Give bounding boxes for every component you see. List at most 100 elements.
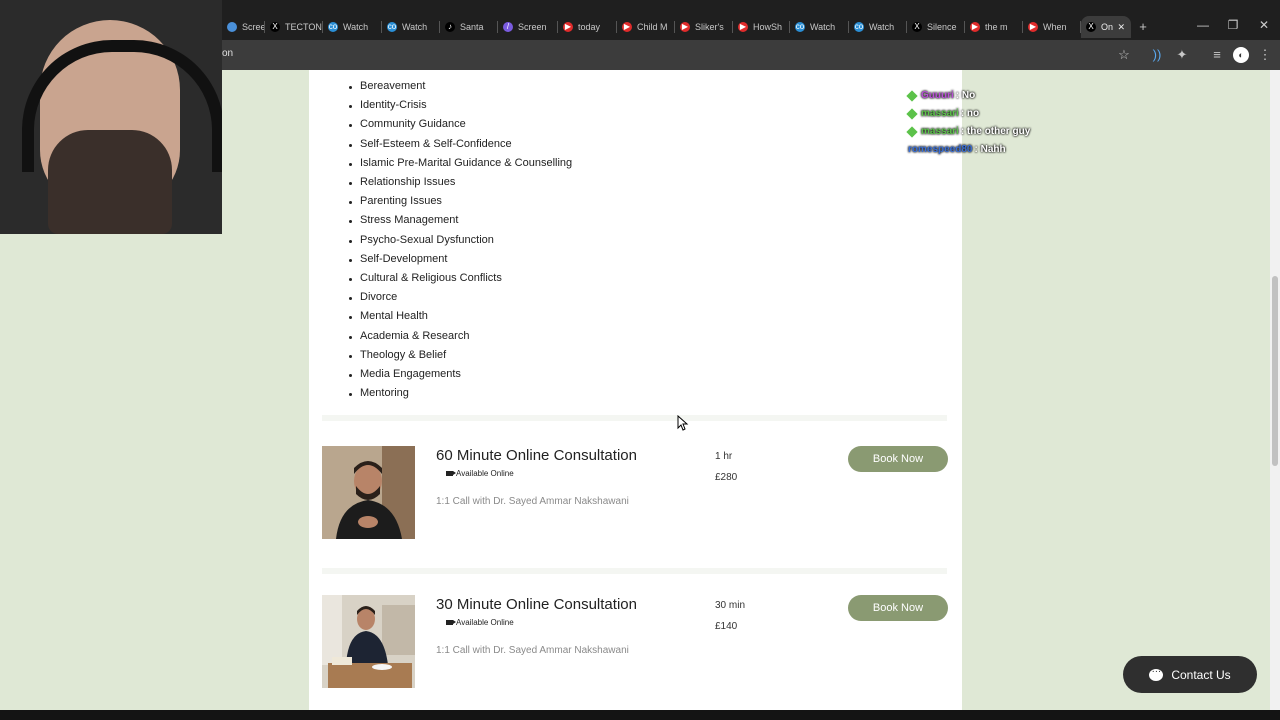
- chat-text: : the other guy: [960, 126, 1031, 137]
- webcam-overlay: [0, 0, 222, 234]
- chat-username: massari: [921, 126, 959, 137]
- media-queue-icon[interactable]: ≡: [1209, 47, 1225, 63]
- chat-bubble-icon: [1149, 664, 1164, 681]
- browser-tab[interactable]: ▶ today: [558, 18, 617, 36]
- tab-favicon-icon: ▶: [563, 22, 573, 32]
- chat-text: : No: [955, 90, 976, 101]
- restore-icon[interactable]: ❐: [1223, 18, 1243, 32]
- tab-label: TECTON: [285, 22, 322, 32]
- tab-favicon-icon: X: [1086, 22, 1096, 32]
- service-list-item: Stress Management: [348, 214, 459, 227]
- chat-username: romespeed80: [908, 144, 973, 155]
- availability-text: Available Online: [456, 469, 514, 478]
- tab-favicon-icon: X: [912, 22, 922, 32]
- tab-favicon-icon: ▶: [970, 22, 980, 32]
- service-list-item: Psycho-Sexual Dysfunction: [349, 233, 494, 246]
- browser-tab[interactable]: ▶ HowSh: [733, 18, 790, 36]
- browser-tab[interactable]: X On ✕: [1081, 16, 1131, 38]
- tab-label: Watch: [869, 22, 895, 32]
- tab-label: When: [1043, 22, 1067, 32]
- service-list-item: Mental Health: [349, 310, 428, 323]
- extension-audio-icon[interactable]: )): [1149, 47, 1165, 63]
- tab-favicon-icon: co: [387, 22, 397, 32]
- browser-tab[interactable]: ▶ the m: [965, 18, 1023, 36]
- browser-tab[interactable]: ▶ Child M: [617, 18, 675, 36]
- tab-label: Screen: [242, 22, 265, 32]
- tab-label: Santa: [460, 22, 484, 32]
- new-tab-icon[interactable]: +: [1135, 19, 1151, 35]
- contact-us-label: Contact Us: [1171, 667, 1231, 682]
- mouse-cursor-icon: [677, 415, 689, 431]
- tab-favicon-icon: ▶: [1028, 22, 1038, 32]
- browser-tab[interactable]: Screen: [222, 18, 265, 36]
- tab-favicon-icon: ▶: [622, 22, 632, 32]
- service-list-item: Parenting Issues: [349, 195, 442, 208]
- tab-label: Watch: [810, 22, 836, 32]
- chat-username: massari: [921, 108, 959, 119]
- service-list-item: Academia & Research: [348, 329, 470, 342]
- chat-badge-icon: [906, 89, 918, 102]
- browser-tab[interactable]: co Watch: [790, 18, 849, 36]
- tab-favicon-icon: [227, 22, 237, 32]
- page-scrollbar[interactable]: [1270, 70, 1280, 710]
- browser-tab[interactable]: X TECTON: [265, 18, 323, 36]
- contact-us-button[interactable]: Contact Us: [1123, 656, 1257, 693]
- book-now-button[interactable]: Book Now: [848, 595, 948, 621]
- bookmark-star-icon[interactable]: ☆: [1116, 47, 1132, 63]
- service-price: £280: [715, 472, 738, 483]
- service-list-item: Divorce: [348, 291, 398, 304]
- browser-tab[interactable]: ▶ Sliker's: [675, 18, 733, 36]
- chat-username: Guuuri: [921, 90, 954, 101]
- video-camera-icon: [446, 471, 456, 476]
- tab-favicon-icon: ♪: [445, 22, 455, 32]
- tab-label: Silence: [927, 22, 957, 32]
- extensions-puzzle-icon[interactable]: ✦: [1174, 47, 1190, 63]
- browser-tab[interactable]: co Watch: [323, 18, 382, 36]
- availability-label: Available Online: [446, 469, 514, 478]
- section-divider: [322, 415, 947, 421]
- consultant-photo: [322, 446, 415, 539]
- browser-menu-icon[interactable]: ⋮: [1257, 47, 1273, 63]
- browser-tab[interactable]: ♪ Santa: [440, 18, 498, 36]
- profile-avatar-icon[interactable]: ◐: [1233, 47, 1249, 63]
- page-content: Bereavement Identity-Crisis Community Guid…: [309, 70, 962, 710]
- service-list-item: Bereavement: [348, 80, 426, 92]
- close-window-icon[interactable]: ✕: [1254, 18, 1274, 32]
- tab-label: HowSh: [753, 22, 783, 32]
- service-list-item: Media Engagements: [349, 368, 461, 380]
- tab-favicon-icon: co: [854, 22, 864, 32]
- tab-favicon-icon: ▶: [738, 22, 748, 32]
- service-list-item: Identity-Crisis: [349, 99, 427, 112]
- service-title[interactable]: 30 Minute Online Consultation: [436, 596, 637, 613]
- service-list-item: Community Guidance: [349, 118, 466, 131]
- service-list-item: Theology & Belief: [348, 348, 447, 361]
- chat-text: : no: [960, 108, 980, 119]
- tab-label: the m: [985, 22, 1008, 32]
- browser-tab[interactable]: ▶ When: [1023, 18, 1081, 36]
- service-description: 1:1 Call with Dr. Sayed Ammar Nakshawani: [436, 645, 629, 656]
- video-camera-icon: [446, 620, 456, 625]
- service-title[interactable]: 60 Minute Online Consultation: [436, 447, 637, 464]
- tab-label: Screen: [518, 22, 547, 32]
- tab-favicon-icon: co: [328, 22, 338, 32]
- tab-label: Watch: [402, 22, 428, 32]
- tab-label: Sliker's: [695, 22, 724, 32]
- browser-tab[interactable]: co Watch: [849, 18, 907, 36]
- tab-label: today: [578, 22, 601, 32]
- scrollbar-thumb[interactable]: [1272, 276, 1278, 466]
- taskbar-strip: [0, 710, 1280, 720]
- tab-favicon-icon: /: [503, 22, 513, 32]
- service-list-item: Cultural & Religious Conflicts: [349, 272, 502, 284]
- close-tab-icon[interactable]: ✕: [1117, 22, 1125, 33]
- browser-tab[interactable]: co Watch: [382, 18, 440, 36]
- minimize-icon[interactable]: —: [1193, 18, 1213, 32]
- browser-tab[interactable]: X Silence: [907, 18, 965, 36]
- service-duration: 1 hr: [715, 451, 733, 462]
- chat-message: romespeed80: Nahh: [908, 144, 1006, 155]
- chat-badge-icon: [906, 107, 918, 120]
- service-price: £140: [715, 621, 738, 632]
- book-now-button[interactable]: Book Now: [848, 446, 948, 472]
- url-text[interactable]: on: [222, 48, 233, 59]
- browser-tab[interactable]: / Screen: [498, 18, 558, 36]
- chat-message: massari: no: [906, 107, 980, 120]
